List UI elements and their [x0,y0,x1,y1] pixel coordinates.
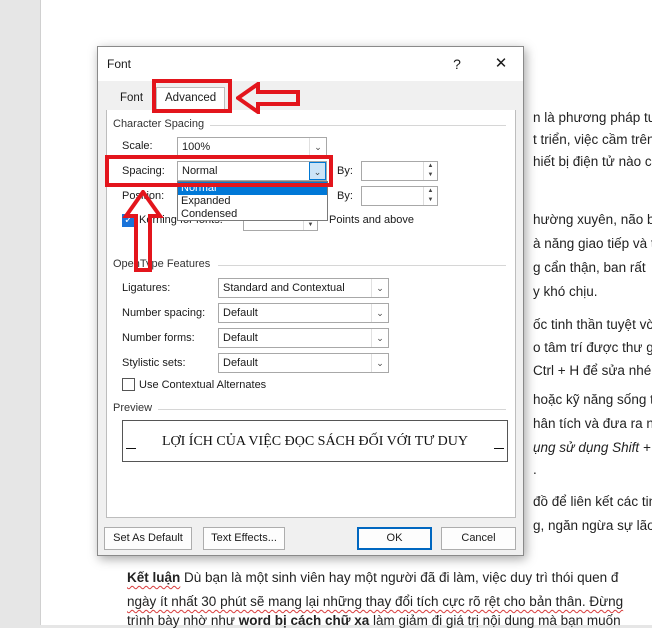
doc-text-line: hiết bị điện tử nào c [533,154,652,169]
number-forms-value: Default [223,332,258,344]
ligatures-combo[interactable]: Standard and Contextual ⌄ [218,278,389,298]
doc-text-line: o tâm trí được thư g [533,340,652,355]
stylistic-sets-label: Stylistic sets: [122,357,186,369]
chevron-down-icon[interactable]: ⌄ [371,354,388,372]
doc-text-line: ụng sử dụng Shift + E [533,440,652,455]
spacing-option-condensed[interactable]: Condensed [178,208,327,221]
chevron-down-icon[interactable]: ⌄ [309,138,326,156]
stylistic-sets-combo[interactable]: Default ⌄ [218,353,389,373]
tab-font[interactable]: Font [120,92,143,104]
contextual-alternates-label: Use Contextual Alternates [139,379,267,391]
doc-text-line: t triển, việc cầm trên [533,132,652,147]
number-spacing-label: Number spacing: [122,307,206,319]
divider [210,125,506,126]
character-spacing-heading: Character Spacing [113,118,205,130]
set-as-default-button[interactable]: Set As Default [104,527,192,550]
spacing-by-label: By: [337,165,353,177]
text-effects-label: Text Effects... [211,532,277,544]
annotation-arrow-left-icon [236,82,300,114]
number-forms-combo[interactable]: Default ⌄ [218,328,389,348]
preview-box: LỢI ÍCH CỦA VIỆC ĐỌC SÁCH ĐỐI VỚI TƯ DUY [122,420,508,462]
tab-font-label: Font [120,92,144,104]
preview-baseline [126,448,136,449]
doc-text-line: đồ để liên kết các tin [533,494,652,509]
divider [218,265,506,266]
scale-value: 100% [182,141,211,153]
number-spacing-combo[interactable]: Default ⌄ [218,303,389,323]
doc-text-span: làm giảm đi giá trị nội dung mà bạn muốn [369,613,621,628]
chevron-down-icon[interactable]: ⌄ [371,304,388,322]
ligatures-value: Standard and Contextual [223,282,345,294]
doc-text-line: g cẩn thận, ban rất [533,260,646,275]
chevron-down-icon[interactable]: ⌄ [371,279,388,297]
set-as-default-label: Set As Default [113,532,183,544]
position-by-label: By: [337,190,353,202]
annotation-arrow-up-icon [122,190,164,272]
spacing-by-spinner[interactable]: ▲ ▼ [361,161,438,181]
doc-text-line: n là phương pháp tu [533,110,652,125]
preview-heading: Preview [113,402,153,414]
scale-combo[interactable]: 100% ⌄ [177,137,327,157]
doc-text-line: g, ngăn ngừa sự lão [533,518,652,533]
number-spacing-value: Default [223,307,258,319]
conclusion-text: Dù bạn là một sinh viên hay một người đã… [180,570,619,585]
scale-label: Scale: [122,140,153,152]
dialog-titlebar[interactable]: Font ? ✕ [98,47,523,81]
conclusion-line: Kết luận Dù bạn là một sinh viên hay một… [127,570,618,585]
doc-text-line: . [533,462,537,477]
doc-link-span: word bị cách chữ xa [238,613,370,628]
stylistic-sets-value: Default [223,357,258,369]
chevron-down-icon[interactable]: ⌄ [371,329,388,347]
doc-text-line: ốc tinh thần tuyệt vời [533,317,652,332]
spacing-dropdown-list[interactable]: Normal Expanded Condensed [177,181,328,221]
points-label: Points and above [329,214,415,226]
contextual-alternates-checkbox[interactable] [122,378,135,391]
cancel-button[interactable]: Cancel [441,527,516,550]
help-button[interactable]: ? [444,53,470,75]
doc-text-line: y khó chịu. [533,284,598,299]
conclusion-label: Kết luận [127,570,181,585]
doc-text-line: trình bày nhờ như word bị cách chữ xa là… [127,613,621,628]
ok-label: OK [386,532,403,544]
text-effects-button[interactable]: Text Effects... [203,527,285,550]
doc-text-line: hân tích và đưa ra n [533,416,652,431]
spinner-arrows-icon[interactable]: ▲▼ [423,162,437,180]
doc-text-line: hoặc kỹ năng sống t [533,392,652,407]
preview-text: LỢI ÍCH CỦA VIỆC ĐỌC SÁCH ĐỐI VỚI TƯ DUY [161,434,469,449]
doc-text-span: trình bày nhờ như [127,613,239,628]
spacing-option-expanded[interactable]: Expanded [178,195,327,208]
close-button[interactable]: ✕ [486,53,516,75]
divider [158,409,506,410]
doc-text-line: hường xuyên, não bo [533,212,652,227]
doc-text-line: Ctrl + H để sửa nhé [533,363,652,378]
preview-baseline [494,448,504,449]
cancel-label: Cancel [461,532,496,544]
dialog-title: Font [107,57,132,71]
position-by-spinner[interactable]: ▲ ▼ [361,186,438,206]
doc-text-line: ngày ít nhất 30 phút sẽ mang lại những t… [127,594,624,609]
annotation-box-advanced-tab [152,79,232,113]
doc-text-line: à năng giao tiếp và t [533,236,652,251]
number-forms-label: Number forms: [122,332,195,344]
spinner-arrows-icon[interactable]: ▲▼ [423,187,437,205]
annotation-box-spacing [105,155,333,187]
ok-button[interactable]: OK [357,527,432,550]
ligatures-label: Ligatures: [122,282,171,294]
